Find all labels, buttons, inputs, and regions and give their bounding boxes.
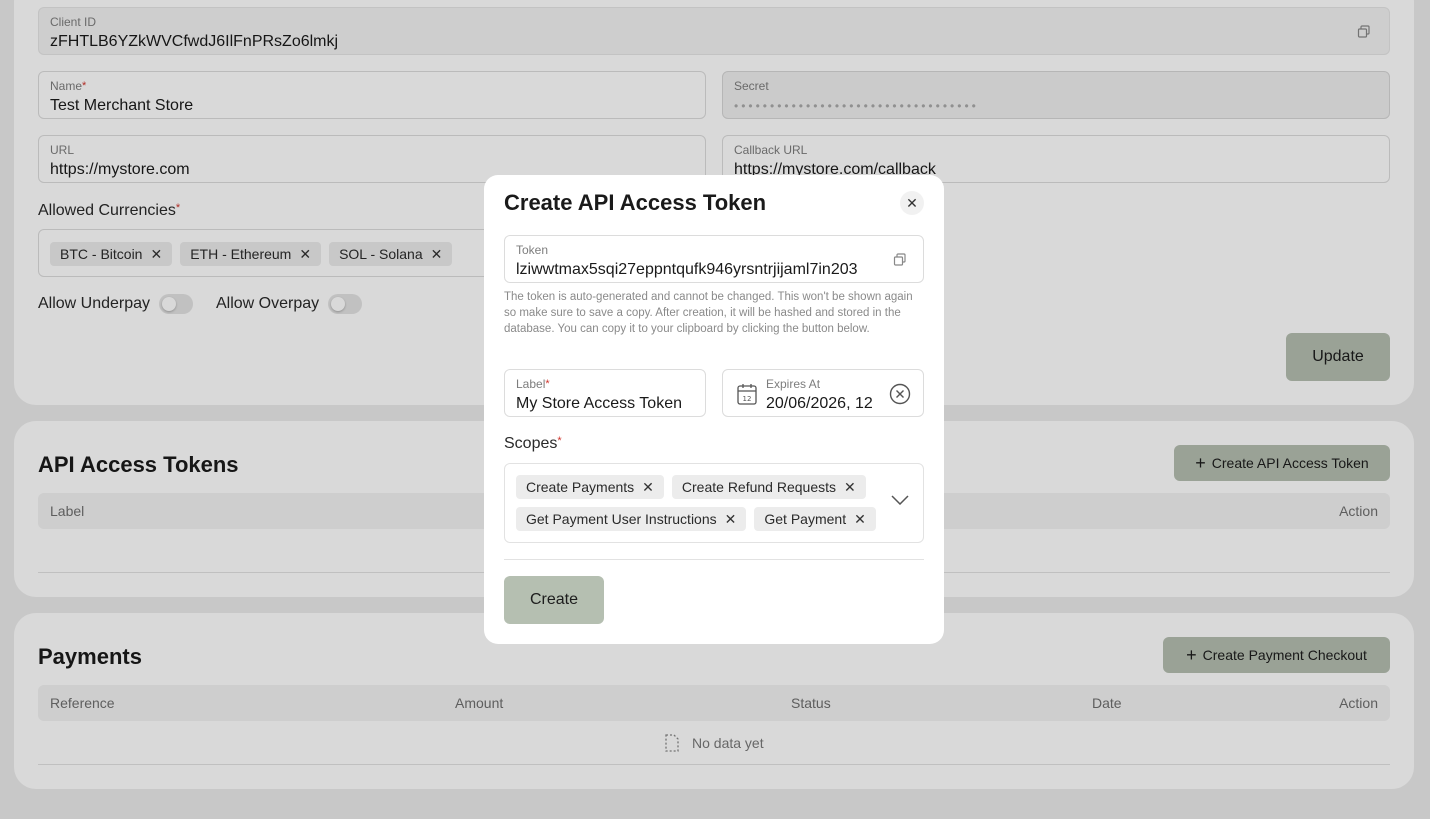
- label-field[interactable]: Label* My Store Access Token: [504, 369, 706, 417]
- scopes-label: Scopes*: [504, 435, 562, 453]
- calendar-icon[interactable]: 12: [737, 383, 757, 405]
- modal-title: Create API Access Token: [504, 190, 767, 215]
- remove-icon[interactable]: ✕: [725, 512, 737, 526]
- expires-at-field[interactable]: 12 Expires At 20/06/2026, 12: [722, 369, 924, 417]
- copy-icon[interactable]: [893, 253, 907, 267]
- remove-icon[interactable]: ✕: [854, 512, 866, 526]
- token-helper-text: The token is auto-generated and cannot b…: [504, 291, 913, 335]
- token-label: Token: [516, 243, 549, 257]
- close-icon[interactable]: ✕: [900, 191, 924, 215]
- token-field[interactable]: Token lziwwtmax5sqi27eppntqufk946yrsntrj…: [504, 235, 924, 283]
- label-label: Label: [516, 377, 546, 391]
- chip-label: Get Payment User Instructions: [526, 511, 717, 527]
- token-value: lziwwtmax5sqi27eppntqufk946yrsntrjijaml7…: [516, 261, 858, 278]
- label-value: My Store Access Token: [516, 395, 682, 412]
- scope-chip: Create Refund Requests ✕: [671, 475, 866, 499]
- clear-icon[interactable]: [889, 383, 911, 405]
- remove-icon[interactable]: ✕: [642, 480, 654, 494]
- chip-label: Create Payments: [526, 479, 635, 495]
- expires-at-value: 20/06/2026, 12: [766, 395, 873, 412]
- modal-divider: [504, 559, 924, 560]
- scope-chip: Get Payment ✕: [754, 507, 876, 531]
- page: Client ID zFHTLB6YZkWVCfwdJ6IlFnPRsZo6lm…: [0, 0, 1430, 819]
- create-token-modal: Create API Access Token ✕ Token lziwwtma…: [484, 175, 944, 644]
- chip-label: Get Payment: [764, 511, 847, 527]
- chip-label: Create Refund Requests: [681, 479, 836, 495]
- chevron-down-icon[interactable]: [891, 495, 909, 505]
- create-button[interactable]: Create: [504, 576, 604, 624]
- scopes-select[interactable]: Create Payments ✕ Create Refund Requests ✕…: [504, 463, 924, 543]
- scope-chip: Get Payment User Instructions ✕: [516, 507, 747, 531]
- svg-text:12: 12: [743, 395, 752, 403]
- scopes-text: Scopes: [504, 435, 558, 452]
- remove-icon[interactable]: ✕: [844, 480, 856, 494]
- required-mark: *: [557, 435, 562, 447]
- required-mark: *: [545, 378, 550, 390]
- scope-chip: Create Payments ✕: [516, 475, 664, 499]
